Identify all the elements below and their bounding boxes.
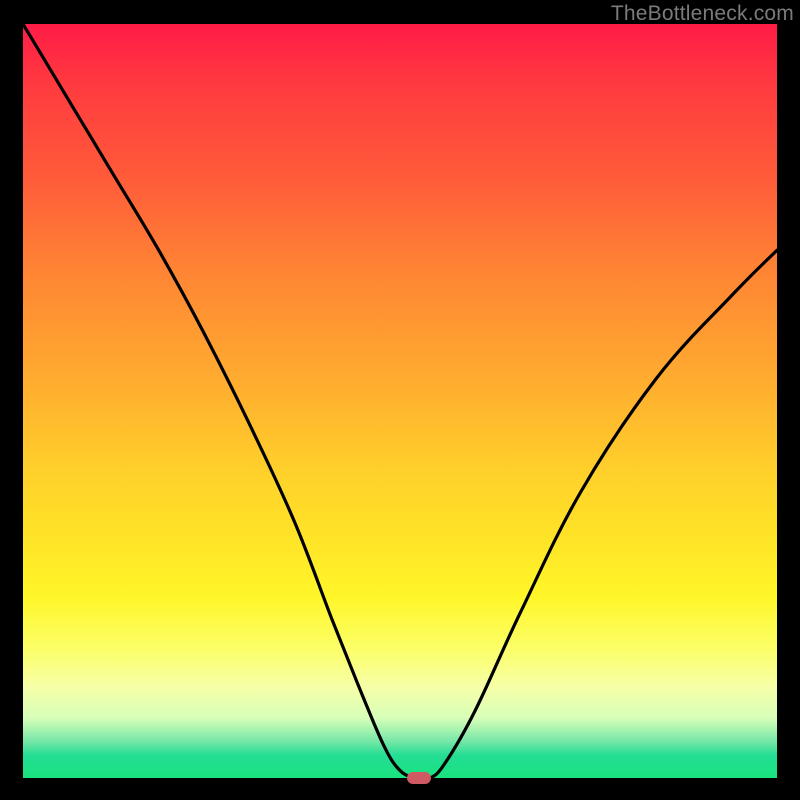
minimum-marker bbox=[407, 772, 431, 784]
bottleneck-curve bbox=[23, 24, 777, 778]
watermark-text: TheBottleneck.com bbox=[611, 2, 794, 26]
chart-frame: TheBottleneck.com bbox=[0, 0, 800, 800]
curve-path bbox=[23, 24, 777, 778]
chart-plot-area bbox=[23, 24, 777, 778]
